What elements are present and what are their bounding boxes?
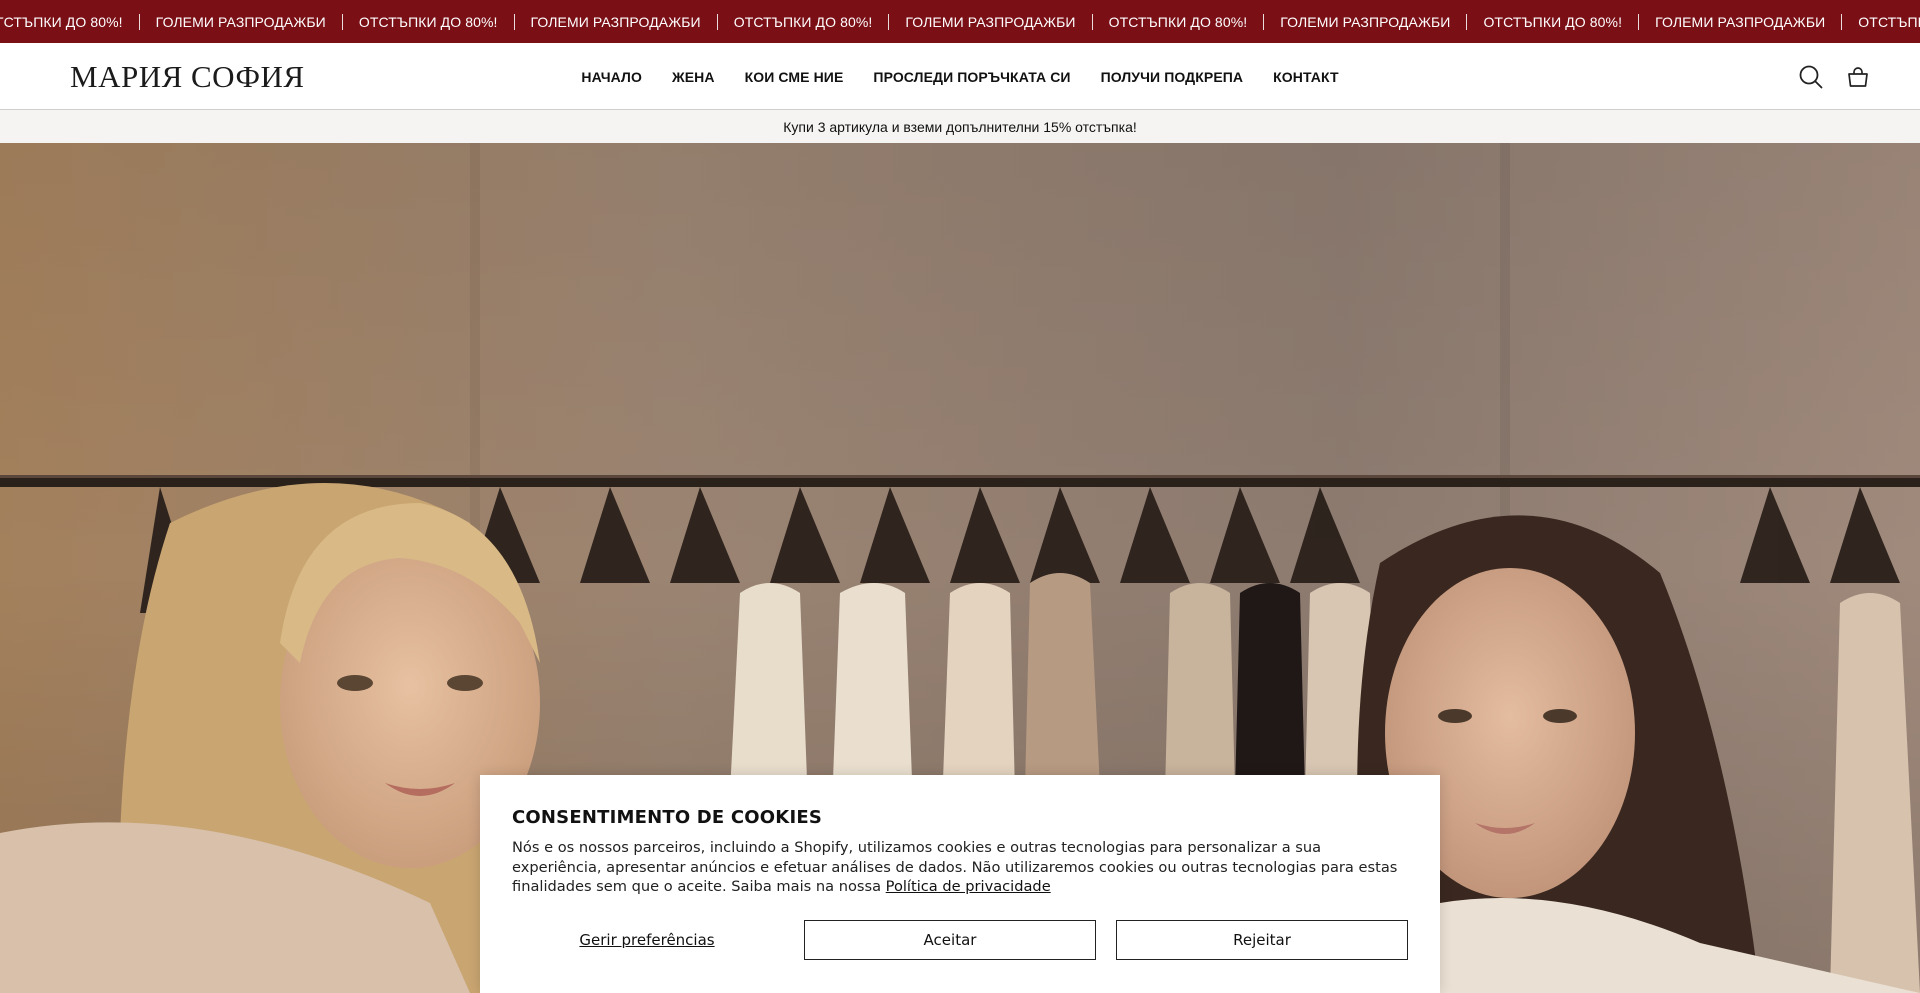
nav-item-woman[interactable]: ЖЕНА	[657, 69, 730, 85]
marquee-text: ОТСТЪПКИ ДО 80%!	[1108, 13, 1248, 30]
marquee-item: ОТСТЪПКИ ДО 80%!	[1842, 14, 1920, 30]
marquee-separator	[716, 13, 718, 30]
marquee-text: ГОЛЕМИ РАЗПРОДАЖБИ	[905, 13, 1076, 30]
promo-bar: Купи 3 артикула и вземи допълнителни 15%…	[0, 110, 1920, 143]
marquee-item: ГОЛЕМИ РАЗПРОДАЖБИ	[515, 13, 718, 30]
marquee-item: ОТСТЪПКИ ДО 80%!	[1093, 13, 1265, 30]
nav-item-track-order[interactable]: ПРОСЛЕДИ ПОРЪЧКАТА СИ	[858, 69, 1085, 85]
site-header: МАРИЯ СОФИЯ НАЧАЛО ЖЕНА КОИ СМЕ НИЕ ПРОС…	[0, 43, 1920, 110]
cart-icon[interactable]	[1845, 64, 1871, 90]
marquee-text: ОТСТЪПКИ ДО 80%!	[733, 13, 873, 30]
cookie-consent-banner: CONSENTIMENTO DE COOKIES Nós e os nossos…	[480, 775, 1440, 993]
marquee-item: ГОЛЕМИ РАЗПРОДАЖБИ	[889, 13, 1093, 30]
marquee-item: ОТСТЪПКИ ДО 80%!	[343, 13, 515, 30]
marquee-text: ГОЛЕМИ РАЗПРОДАЖБИ	[530, 13, 701, 30]
marquee-item: ГОЛЕМИ РАЗПРОДАЖБИ	[140, 13, 343, 30]
main-nav: НАЧАЛО ЖЕНА КОИ СМЕ НИЕ ПРОСЛЕДИ ПОРЪЧКА…	[0, 43, 1920, 110]
search-icon[interactable]	[1798, 64, 1824, 90]
marquee-separator	[1638, 13, 1640, 30]
marquee-separator	[138, 13, 140, 30]
marquee-text: ГОЛЕМИ РАЗПРОДАЖБИ	[155, 13, 326, 30]
marquee-separator	[888, 13, 890, 30]
nav-item-support[interactable]: ПОЛУЧИ ПОДКРЕПА	[1086, 69, 1259, 85]
marquee-item: ГОЛЕМИ РАЗПРОДАЖБИ	[1639, 13, 1843, 30]
marquee-item: ОТСТЪПКИ ДО 80%!	[718, 13, 890, 30]
marquee-text: ОТСТЪПКИ ДО 80%!	[0, 13, 123, 30]
marquee-item: ОТСТЪПКИ ДО 80%!	[1467, 13, 1640, 30]
manage-preferences-button[interactable]: Gerir preferências	[512, 920, 782, 960]
marquee-separator	[1841, 13, 1843, 30]
marquee-text: ГОЛЕМИ РАЗПРОДАЖБИ	[1655, 13, 1826, 30]
marquee-track: ОТСТЪПКИ ДО 80%! ГОЛЕМИ РАЗПРОДАЖБИ ОТСТЪП…	[0, 0, 1920, 43]
reject-button[interactable]: Rejeitar	[1116, 920, 1408, 960]
nav-item-about[interactable]: КОИ СМЕ НИЕ	[730, 69, 859, 85]
accept-button[interactable]: Aceitar	[804, 920, 1096, 960]
announcement-marquee: ОТСТЪПКИ ДО 80%! ГОЛЕМИ РАЗПРОДАЖБИ ОТСТЪП…	[0, 0, 1920, 43]
cookie-actions: Gerir preferências Aceitar Rejeitar	[512, 920, 1408, 962]
privacy-policy-link[interactable]: Política de privacidade	[886, 878, 1051, 895]
marquee-item: ГОЛЕМИ РАЗПРОДАЖБИ	[1264, 13, 1468, 30]
nav-item-contact[interactable]: КОНТАКТ	[1258, 69, 1353, 85]
marquee-item: ОТСТЪПКИ ДО 80%!	[0, 13, 140, 30]
marquee-separator	[1466, 13, 1468, 30]
cookie-title: CONSENTIMENTO DE COOKIES	[512, 807, 823, 828]
marquee-separator	[341, 13, 343, 30]
marquee-separator	[1091, 13, 1093, 30]
marquee-separator	[513, 13, 515, 30]
promo-text: Купи 3 артикула и вземи допълнителни 15%…	[783, 118, 1137, 135]
marquee-text: ОТСТЪПКИ ДО 80%!	[1483, 13, 1623, 30]
marquee-text: ОТСТЪПКИ ДО 80%!	[358, 13, 498, 30]
marquee-separator	[1263, 13, 1265, 30]
marquee-text: ОТСТЪПКИ ДО 80%!	[1858, 13, 1920, 30]
cookie-description: Nós e os nossos parceiros, incluindo a S…	[512, 838, 1412, 897]
marquee-text: ГОЛЕМИ РАЗПРОДАЖБИ	[1280, 13, 1451, 30]
nav-item-home[interactable]: НАЧАЛО	[566, 69, 657, 85]
